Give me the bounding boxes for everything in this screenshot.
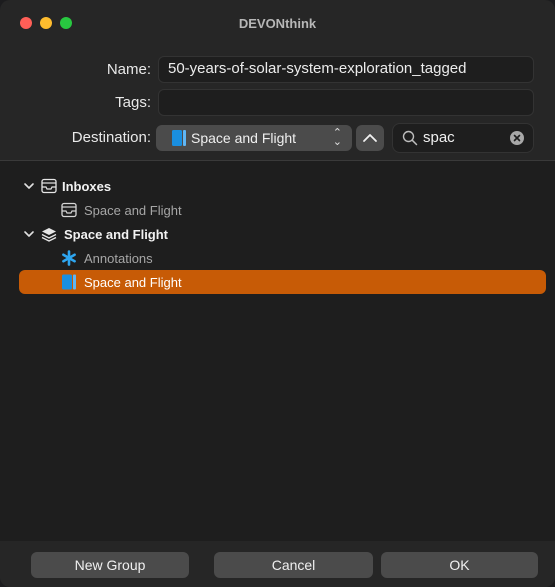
book-icon [172, 130, 186, 146]
asterisk-icon [62, 250, 76, 266]
destination-value: Space and Flight [191, 130, 297, 146]
window-title: DEVONthink [238, 16, 317, 31]
chevron-up-icon [363, 134, 377, 142]
name-field[interactable]: 50-years-of-solar-system-exploration_tag… [158, 56, 534, 83]
ok-button[interactable]: OK [381, 552, 538, 578]
book-icon [62, 274, 76, 290]
name-label: Name: [106, 61, 151, 78]
tags-field[interactable] [158, 89, 534, 116]
outline-row-label: Inboxes [62, 179, 112, 194]
save-dialog-window: DEVONthink Name: 50-years-of-solar-syste… [0, 0, 555, 587]
outline-row-label: Space and Flight [84, 203, 182, 218]
clear-icon [513, 134, 521, 142]
inbox-icon [61, 202, 77, 218]
database-stack-icon [41, 228, 57, 242]
destination-label: Destination: [71, 129, 151, 146]
outline-row-space-and-flight-database[interactable]: Space and Flight [0, 223, 555, 245]
destination-search-field[interactable]: spac [392, 123, 534, 153]
chevron-down-icon[interactable] [23, 178, 35, 194]
outline-row-annotations[interactable]: Annotations [0, 247, 555, 269]
outline-row-label: Space and Flight [84, 275, 182, 290]
cancel-button[interactable]: Cancel [214, 552, 373, 578]
outline-row-space-and-flight-group[interactable]: Space and Flight [0, 271, 555, 293]
new-group-button[interactable]: New Group [31, 552, 189, 578]
up-down-chevron-icon: ⌃ ⌄ [332, 127, 342, 148]
go-up-button[interactable] [356, 125, 384, 151]
outline-row-space-and-flight-inbox[interactable]: Space and Flight [0, 199, 555, 221]
tags-label: Tags: [115, 94, 151, 111]
inbox-icon [41, 178, 57, 194]
destination-popup[interactable]: Space and Flight ⌃ ⌄ [156, 125, 352, 151]
outline-row-label: Annotations [84, 251, 153, 266]
title-bar: DEVONthink [0, 0, 555, 36]
chevron-down-icon[interactable] [23, 226, 35, 242]
outline-row-label: Space and Flight [64, 227, 169, 242]
clear-search-button[interactable] [510, 131, 524, 145]
search-input: spac [423, 129, 455, 146]
outline-row-inboxes[interactable]: Inboxes [0, 175, 555, 197]
search-icon [402, 130, 418, 146]
